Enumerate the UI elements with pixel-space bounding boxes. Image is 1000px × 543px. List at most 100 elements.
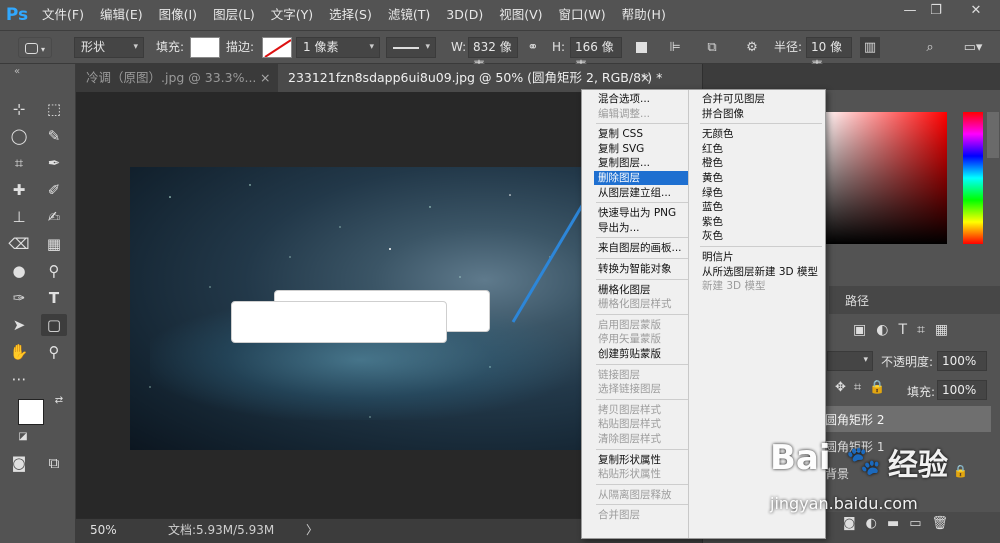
more-tools-icon[interactable]: ⋯ [6,368,32,390]
context-menu-item[interactable]: 蓝色 [698,200,822,214]
rounded-rectangle-1[interactable] [231,301,447,343]
stroke-type-dropdown[interactable]: ▾ [386,37,436,58]
link-icon[interactable]: ⚭ [522,37,544,58]
height-input[interactable]: 166 像素 [570,37,622,73]
workspace-icon[interactable]: ▭▾ [958,37,988,58]
marquee-tool-icon[interactable]: ⬚ [41,98,67,120]
context-menu-item[interactable]: 红色 [698,142,822,156]
opacity-input[interactable]: 100% [937,351,987,371]
tab-paths[interactable]: 路径 [845,292,869,309]
path-alignment-icon[interactable]: ⊫ [664,37,686,58]
minimize-button[interactable]: — [896,0,924,22]
quick-mask-icon[interactable]: ◙ [6,452,32,474]
status-menu-arrow-icon[interactable]: 〉 [306,519,318,541]
blend-mode-dropdown[interactable]: ▾ [827,351,873,371]
gradient-tool-icon[interactable]: ▦ [41,233,67,255]
context-menu-item[interactable]: 无颜色 [698,127,822,141]
menu-item[interactable]: 图层(L) [205,0,263,30]
context-menu-item[interactable]: 从图层建立组... [594,186,688,200]
color-picker-field[interactable] [821,112,947,244]
path-selection-tool-icon[interactable]: ➤ [6,314,32,336]
eraser-tool-icon[interactable]: ⌫ [6,233,32,255]
tab-close-icon[interactable]: × [640,64,650,92]
lock-icons[interactable]: ✥⌗🔒 [835,380,893,395]
healing-brush-tool-icon[interactable]: ✚ [6,179,32,201]
layer-filter-icons[interactable]: ▣◐T⌗▦ [853,322,958,338]
context-menu-item[interactable]: 删除图层 [594,171,688,185]
context-menu-item[interactable]: 快速导出为 PNG [594,206,688,220]
foreground-color-swatch[interactable] [18,399,44,425]
menu-item[interactable]: 帮助(H) [614,0,674,30]
menu-item[interactable]: 滤镜(T) [380,0,438,30]
fill-swatch[interactable] [190,37,220,58]
swap-colors-icon[interactable]: ⇄ [46,394,72,408]
context-menu-item[interactable]: 混合选项... [594,92,688,106]
menu-item[interactable]: 3D(D) [438,0,491,30]
context-menu-item[interactable]: 紫色 [698,215,822,229]
tab-active-document[interactable]: 233121fzn8sdapp6ui8u09.jpg @ 50% (圆角矩形 2… [278,64,702,92]
context-menu-item[interactable]: 栅格化图层 [594,283,688,297]
tab-close-icon[interactable]: × [260,64,270,92]
context-menu-item[interactable]: 复制 CSS [594,127,688,141]
context-menu-item[interactable]: 橙色 [698,156,822,170]
shape-mode-dropdown[interactable]: 形状 ▾ [74,37,144,58]
history-brush-tool-icon[interactable]: ✍ [41,206,67,228]
context-menu-item[interactable]: 转换为智能对象 [594,262,688,276]
pen-tool-icon[interactable]: ✑ [6,287,32,309]
menu-item[interactable]: 图像(I) [151,0,205,30]
hand-tool-icon[interactable]: ✋ [6,341,32,363]
close-button[interactable]: ✕ [962,0,990,22]
stroke-swatch[interactable] [262,37,292,58]
stroke-width-dropdown[interactable]: 1 像素 ▾ [296,37,380,58]
context-menu-item[interactable]: 复制 SVG [594,142,688,156]
collapse-panel-icon[interactable]: « [4,66,30,78]
eyedropper-tool-icon[interactable]: ✒ [41,152,67,174]
menu-item[interactable]: 视图(V) [491,0,550,30]
menu-item[interactable]: 文件(F) [34,0,92,30]
blur-tool-icon[interactable]: ● [6,260,32,282]
width-input[interactable]: 832 像素 [468,37,518,73]
fill-input[interactable]: 100% [937,380,987,400]
rounded-rectangle-tool-icon[interactable]: ▢ [41,314,67,336]
restore-button[interactable]: ❐ [922,0,950,22]
context-menu-item[interactable]: 导出为... [594,221,688,235]
context-menu-item[interactable]: 绿色 [698,186,822,200]
menu-item[interactable]: 窗口(W) [551,0,614,30]
screen-mode-icon[interactable]: ⧉ [41,452,67,474]
context-menu-item[interactable]: 复制形状属性 [594,453,688,467]
context-menu-item[interactable]: 明信片 [698,250,822,264]
crop-tool-icon[interactable]: ⌗ [6,152,32,174]
align-edges-icon[interactable]: ▥ [860,37,880,58]
context-menu-item[interactable]: 复制图层... [594,156,688,170]
path-operations-icon[interactable] [636,42,647,53]
brush-tool-icon[interactable]: ✐ [41,179,67,201]
menu-item[interactable]: 选择(S) [321,0,380,30]
hue-slider[interactable] [963,112,983,244]
quick-selection-tool-icon[interactable]: ✎ [41,125,67,147]
move-tool-icon[interactable]: ⊹ [6,98,32,120]
search-icon[interactable]: ⌕ [918,37,942,58]
context-menu-item[interactable]: 来自图层的画板... [594,241,688,255]
type-tool-icon[interactable]: T [41,287,67,309]
context-menu-item[interactable]: 灰色 [698,229,822,243]
context-menu-item[interactable]: 拼合图像 [698,107,822,121]
settings-gear-icon[interactable]: ⚙ [740,37,764,58]
clone-stamp-tool-icon[interactable]: ⊥ [6,206,32,228]
tool-preset-picker[interactable]: ▾ [18,37,52,58]
context-menu-item[interactable]: 黄色 [698,171,822,185]
panel-scrollbar[interactable] [987,112,999,158]
lasso-tool-icon[interactable]: ◯ [6,125,32,147]
zoom-tool-icon[interactable]: ⚲ [41,341,67,363]
path-arrangement-icon[interactable]: ⧉ [700,37,724,58]
default-colors-icon[interactable]: ◪ [10,430,36,444]
menu-item[interactable]: 文字(Y) [263,0,321,30]
context-menu-item[interactable]: 合并可见图层 [698,92,822,106]
menu-item[interactable]: 编辑(E) [92,0,151,30]
radius-input[interactable]: 10 像素 [806,37,852,73]
layer-row-selected[interactable]: 圆角矩形 2 [821,406,991,432]
dodge-tool-icon[interactable]: ⚲ [41,260,67,282]
tab-cold-tone-original[interactable]: 冷调（原图）.jpg @ 33.3%... × [76,64,276,92]
zoom-level[interactable]: 50% [90,519,117,541]
context-menu-item[interactable]: 从所选图层新建 3D 模型 [698,265,822,279]
context-menu-item[interactable]: 创建剪贴蒙版 [594,347,688,361]
